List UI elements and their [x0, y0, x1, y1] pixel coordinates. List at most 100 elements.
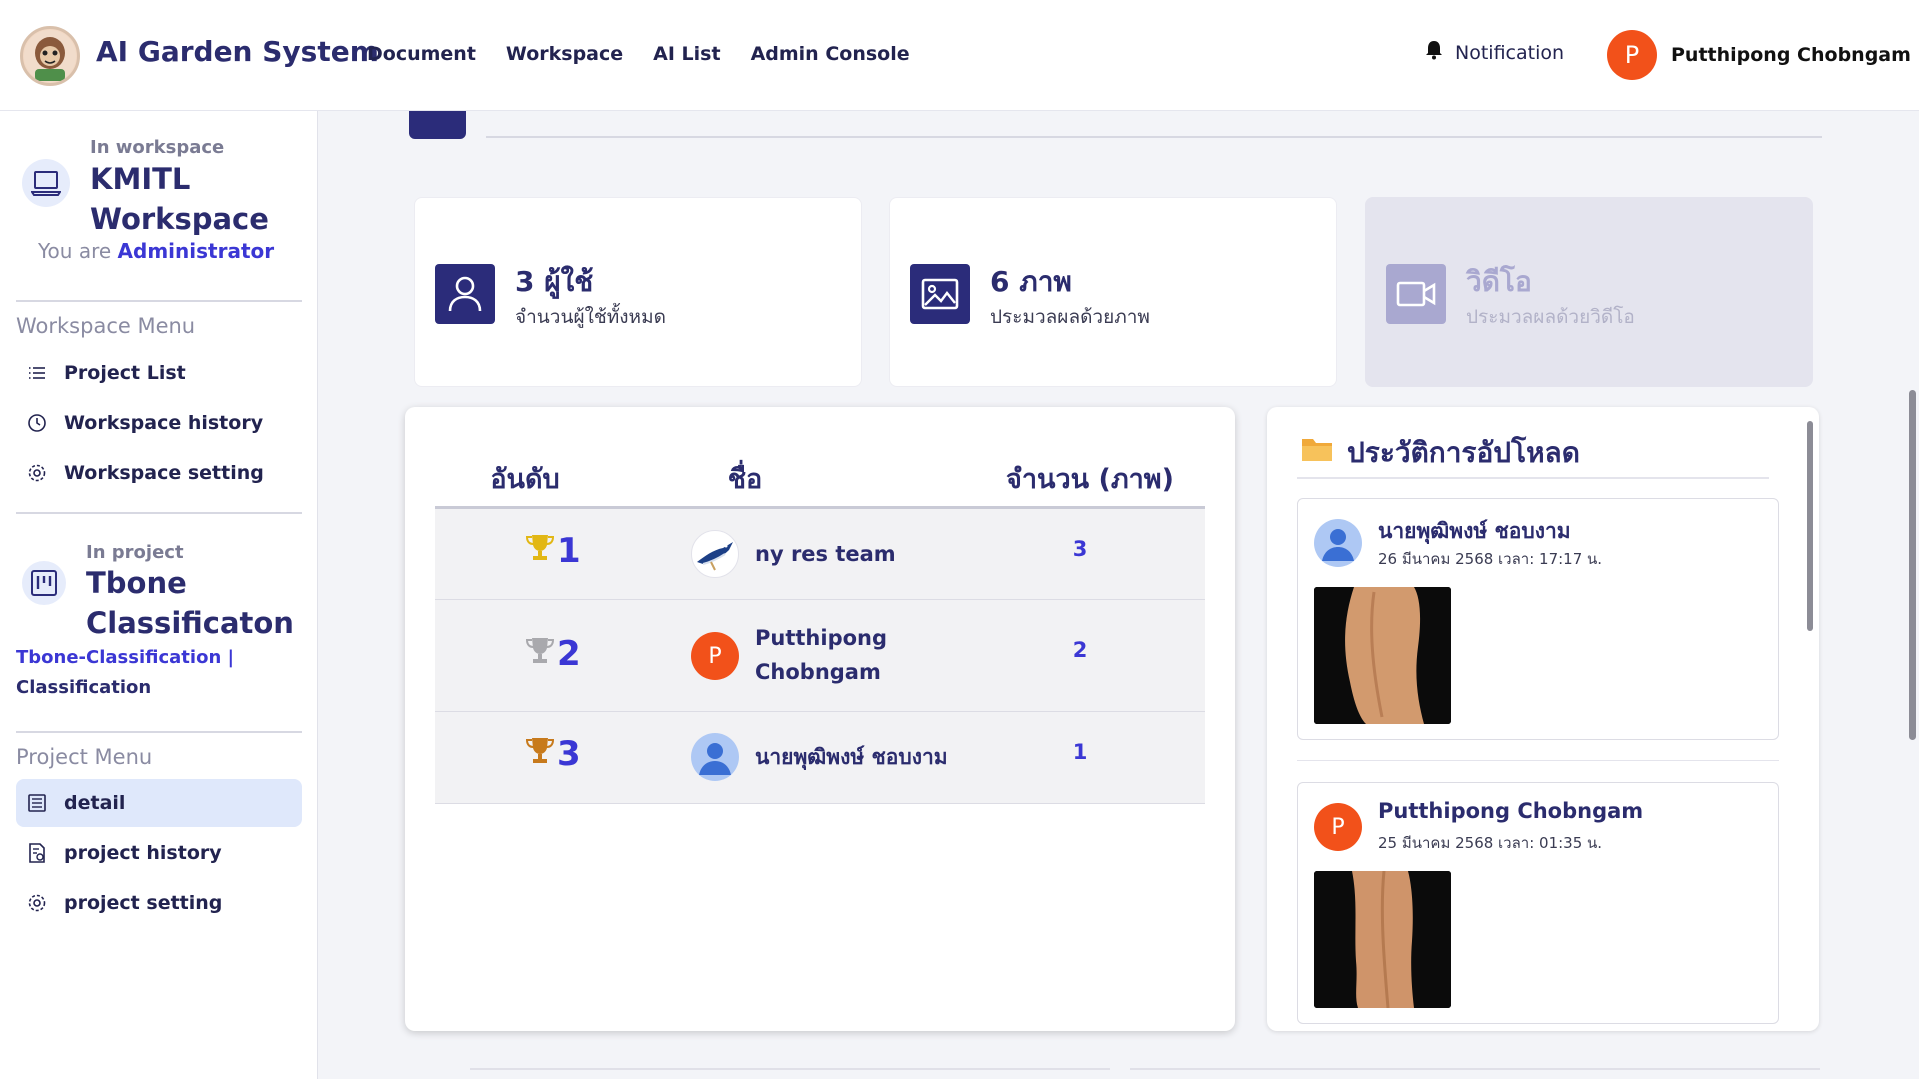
user-avatar: P [1607, 30, 1657, 80]
ranking-card: อันดับ ชื่อ จำนวน (ภาพ) 1 ny res team 3 … [405, 407, 1235, 1031]
bird-avatar [691, 530, 739, 578]
stat-label: ประมวลผลด้วยภาพ [990, 306, 1150, 328]
user-icon [435, 264, 495, 324]
row-name: Putthipong Chobngam [755, 626, 888, 684]
project-links: Tbone-Classification | Classification [16, 643, 266, 703]
nav-document[interactable]: Document [367, 43, 476, 65]
main-nav: Document Workspace AI List Admin Console [367, 43, 910, 65]
upload-scrollbar[interactable] [1807, 421, 1813, 631]
upload-history-card: ประวัติการอัปโหลด นายพุฒิพงษ์ ชอบงาม 26 … [1267, 407, 1819, 1031]
rank-cell: 2 [525, 634, 581, 674]
gear-icon [26, 462, 48, 484]
table-row[interactable]: 3 นายพุฒิพงษ์ ชอบงาม 1 [435, 712, 1205, 804]
sidebar: In workspace KMITL Workspace You are Adm… [0, 111, 318, 1079]
project-board-icon [22, 561, 66, 605]
gear-icon [26, 892, 48, 914]
workspace-name: KMITL Workspace [90, 162, 269, 236]
menu-label: detail [64, 792, 126, 814]
person-avatar-icon [1314, 519, 1362, 567]
role-prefix: You are [38, 239, 112, 263]
project-name: Tbone Classificaton [86, 566, 294, 640]
bronze-trophy-icon [525, 734, 555, 774]
stat-card-video: วิดีโอ ประมวลผลด้วยวิดีโอ [1365, 197, 1813, 387]
menu-label: Workspace history [64, 412, 264, 434]
rank-number: 1 [557, 531, 581, 571]
uploader-name: Putthipong Chobngam [1378, 799, 1644, 823]
stat-card-users: 3 ผู้ใช้ จำนวนผู้ใช้ทั้งหมด [414, 197, 862, 387]
project-sub-label: In project [86, 542, 184, 563]
nav-ai-list[interactable]: AI List [653, 43, 720, 65]
nav-workspace[interactable]: Workspace [506, 43, 623, 65]
upload-date: 26 มีนาคม 2568 เวลา: 17:17 น. [1378, 550, 1603, 568]
stat-value: 3 ผู้ใช้ [515, 265, 594, 298]
divider [1297, 477, 1769, 479]
table-row[interactable]: 2 P Putthipong Chobngam 2 [435, 600, 1205, 712]
rank-cell: 1 [525, 531, 581, 571]
workspace-menu-title: Workspace Menu [16, 314, 196, 338]
stat-label: จำนวนผู้ใช้ทั้งหมด [515, 306, 666, 328]
workspace-sub-label: In workspace [90, 137, 225, 158]
menu-label: project setting [64, 892, 223, 914]
folder-icon [1301, 435, 1333, 467]
user-avatar: P [1314, 803, 1362, 851]
brand-title[interactable]: AI Garden System [96, 35, 379, 68]
app-logo[interactable] [20, 26, 80, 86]
menu-detail[interactable]: detail [16, 779, 302, 827]
clock-icon [26, 412, 48, 434]
upload-entry[interactable]: P Putthipong Chobngam 25 มีนาคม 2568 เวล… [1297, 782, 1779, 1024]
rank-number: 3 [557, 734, 581, 774]
next-card-edge [1130, 1068, 1820, 1079]
table-row[interactable]: 1 ny res team 3 [435, 509, 1205, 600]
menu-project-history[interactable]: project history [16, 829, 302, 877]
upload-date: 25 มีนาคม 2568 เวลา: 01:35 น. [1378, 834, 1603, 852]
image-icon [910, 264, 970, 324]
upload-thumbnail[interactable] [1314, 871, 1451, 1008]
project-menu-title: Project Menu [16, 745, 153, 769]
menu-workspace-history[interactable]: Workspace history [16, 399, 302, 447]
stat-value: วิดีโอ [1466, 265, 1532, 298]
history-doc-icon [26, 842, 48, 864]
row-count: 3 [1072, 537, 1088, 561]
row-count: 2 [1072, 638, 1088, 662]
silver-trophy-icon [525, 634, 555, 674]
person-avatar-icon [691, 733, 739, 781]
row-count: 1 [1072, 740, 1088, 764]
stat-value: 6 ภาพ [990, 265, 1072, 298]
menu-workspace-setting[interactable]: Workspace setting [16, 449, 302, 497]
divider [1297, 760, 1779, 761]
user-avatar: P [691, 632, 739, 680]
rank-number: 2 [557, 634, 581, 674]
user-name: Putthipong Chobngam [1671, 44, 1911, 66]
workspace-role: You are Administrator [38, 239, 274, 263]
stat-label: ประมวลผลด้วยวิดีโอ [1466, 306, 1635, 328]
laptop-icon [22, 159, 70, 207]
row-name: นายพุฒิพงษ์ ชอบงาม [755, 745, 948, 769]
column-header-count: จำนวน (ภาพ) [1006, 464, 1174, 495]
page-scrollbar[interactable] [1909, 390, 1916, 740]
project-link[interactable]: Tbone-Classification | [16, 643, 266, 673]
rank-cell: 3 [525, 734, 581, 774]
nav-admin-console[interactable]: Admin Console [751, 43, 910, 65]
role-value: Administrator [117, 239, 275, 263]
column-header-name: ชื่อ [727, 464, 763, 495]
divider [16, 512, 302, 514]
notification-button[interactable]: Notification [1425, 40, 1564, 65]
divider [16, 731, 302, 733]
menu-label: Project List [64, 362, 186, 384]
detail-icon [26, 792, 48, 814]
row-name: ny res team [755, 542, 896, 566]
menu-project-list[interactable]: Project List [16, 349, 302, 397]
notification-label: Notification [1455, 41, 1565, 64]
section-header-divider [486, 136, 1822, 138]
uploader-name: นายพุฒิพงษ์ ชอบงาม [1378, 519, 1571, 543]
menu-project-setting[interactable]: project setting [16, 879, 302, 927]
upload-thumbnail[interactable] [1314, 587, 1451, 724]
gold-trophy-icon [525, 531, 555, 571]
stat-card-images: 6 ภาพ ประมวลผลด้วยภาพ [889, 197, 1337, 387]
bell-icon [1425, 40, 1443, 65]
list-icon [26, 362, 48, 384]
user-menu[interactable]: P Putthipong Chobngam [1607, 30, 1911, 80]
upload-entry[interactable]: นายพุฒิพงษ์ ชอบงาม 26 มีนาคม 2568 เวลา: … [1297, 498, 1779, 740]
menu-label: Workspace setting [64, 462, 264, 484]
upload-history-title: ประวัติการอัปโหลด [1347, 436, 1580, 469]
